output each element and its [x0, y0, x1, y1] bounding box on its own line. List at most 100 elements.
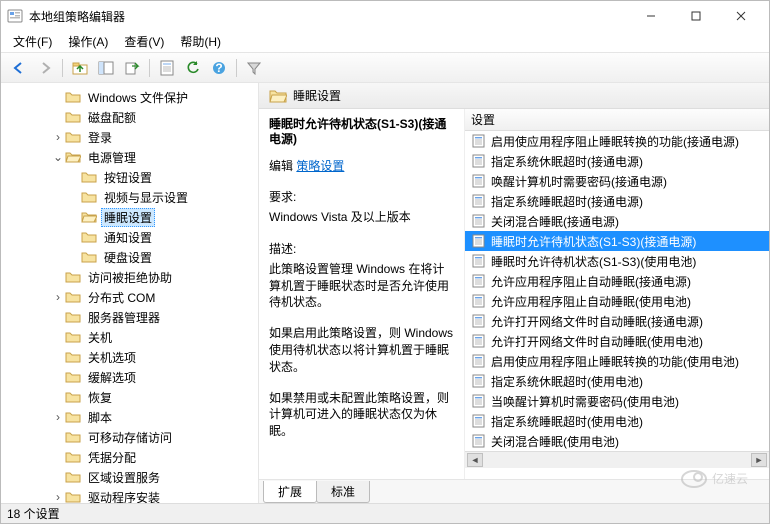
minimize-button[interactable]: [628, 2, 673, 30]
tab[interactable]: 标准: [316, 481, 370, 503]
tree-node[interactable]: 关机: [3, 327, 256, 347]
folder-icon: [65, 330, 81, 344]
list-item[interactable]: 指定系统休眠超时(接通电源): [465, 151, 769, 171]
tree-node[interactable]: 访问被拒绝协助: [3, 267, 256, 287]
tree-node[interactable]: 关机选项: [3, 347, 256, 367]
menubar: 文件(F)操作(A)查看(V)帮助(H): [1, 31, 769, 53]
policy-icon: [471, 374, 487, 388]
twisty-icon[interactable]: ›: [51, 410, 65, 424]
tree-node[interactable]: 凭据分配: [3, 447, 256, 467]
tree-node[interactable]: 视频与显示设置: [3, 187, 256, 207]
list-item-label: 允许应用程序阻止自动睡眠(使用电池): [491, 293, 691, 310]
tree-node-label: 恢复: [85, 388, 115, 407]
list-item-label: 指定系统休眠超时(使用电池): [491, 373, 643, 390]
menu-item[interactable]: 文件(F): [5, 31, 60, 52]
list-item[interactable]: 关闭混合睡眠(使用电池): [465, 431, 769, 451]
folder-icon: [65, 310, 81, 324]
tree-node[interactable]: 可移动存储访问: [3, 427, 256, 447]
folder-icon: [65, 470, 81, 484]
edit-line: 编辑 策略设置: [269, 157, 454, 174]
window: 本地组策略编辑器 文件(F)操作(A)查看(V)帮助(H) ? Windows …: [0, 0, 770, 524]
selected-item-title: 睡眠时允许待机状态(S1-S3)(接通电源): [269, 117, 454, 147]
help-button[interactable]: ?: [207, 56, 231, 80]
twisty-icon[interactable]: ⌄: [51, 150, 65, 164]
tree-pane[interactable]: Windows 文件保护磁盘配额›登录 ⌄ 电源管理按钮设置视频与显示设置睡眠设置通…: [1, 83, 259, 503]
tree-node[interactable]: 服务器管理器: [3, 307, 256, 327]
tree-node[interactable]: 区域设置服务: [3, 467, 256, 487]
list-item[interactable]: 指定系统睡眠超时(接通电源): [465, 191, 769, 211]
list-item[interactable]: 允许应用程序阻止自动睡眠(使用电池): [465, 291, 769, 311]
list-item-label: 指定系统睡眠超时(使用电池): [491, 413, 643, 430]
policy-icon: [471, 174, 487, 188]
twisty-icon[interactable]: ›: [51, 290, 65, 304]
tree-node[interactable]: 通知设置: [3, 227, 256, 247]
tree-node[interactable]: ›登录: [3, 127, 256, 147]
tree-node[interactable]: 睡眠设置: [3, 207, 256, 227]
up-button[interactable]: [68, 56, 92, 80]
folder-icon: [81, 170, 97, 184]
policy-icon: [471, 434, 487, 448]
list-item[interactable]: 关闭混合睡眠(接通电源): [465, 211, 769, 231]
list-item[interactable]: 当唤醒计算机时需要密码(使用电池): [465, 391, 769, 411]
policy-icon: [471, 274, 487, 288]
close-button[interactable]: [718, 2, 763, 30]
list-item[interactable]: 睡眠时允许待机状态(S1-S3)(使用电池): [465, 251, 769, 271]
tree-node-label: 通知设置: [101, 228, 155, 247]
settings-list[interactable]: 设置 启用使应用程序阻止睡眠转换的功能(接通电源)指定系统休眠超时(接通电源)唤…: [465, 109, 769, 479]
list-item[interactable]: 允许打开网络文件时自动睡眠(接通电源): [465, 311, 769, 331]
tree-node[interactable]: 恢复: [3, 387, 256, 407]
twisty-icon[interactable]: ›: [51, 490, 65, 503]
tree-node-label: 磁盘配额: [85, 108, 139, 127]
tree-node[interactable]: 按钮设置: [3, 167, 256, 187]
tree-node[interactable]: Windows 文件保护: [3, 87, 256, 107]
show-hide-tree-button[interactable]: [94, 56, 118, 80]
list-header-label: 设置: [471, 111, 495, 128]
info-column: 睡眠时允许待机状态(S1-S3)(接通电源) 编辑 策略设置 要求: Windo…: [259, 109, 465, 479]
folder-open-icon: [269, 88, 287, 104]
maximize-button[interactable]: [673, 2, 718, 30]
menu-item[interactable]: 查看(V): [116, 31, 172, 52]
content-area: Windows 文件保护磁盘配额›登录 ⌄ 电源管理按钮设置视频与显示设置睡眠设置通…: [1, 83, 769, 503]
list-item[interactable]: 启用使应用程序阻止睡眠转换的功能(接通电源): [465, 131, 769, 151]
refresh-button[interactable]: [181, 56, 205, 80]
tree-node[interactable]: ›分布式 COM: [3, 287, 256, 307]
tree-node-label: 可移动存储访问: [85, 428, 175, 447]
list-item-label: 当唤醒计算机时需要密码(使用电池): [491, 393, 679, 410]
forward-button[interactable]: [33, 56, 57, 80]
list-header[interactable]: 设置: [465, 109, 769, 131]
list-item[interactable]: 指定系统休眠超时(使用电池): [465, 371, 769, 391]
twisty-icon[interactable]: ›: [51, 130, 65, 144]
tree-node[interactable]: ⌄ 电源管理: [3, 147, 256, 167]
tree-node-label: 电源管理: [85, 148, 139, 167]
list-item[interactable]: 启用使应用程序阻止睡眠转换的功能(使用电池): [465, 351, 769, 371]
list-item[interactable]: 允许应用程序阻止自动睡眠(接通电源): [465, 271, 769, 291]
export-list-button[interactable]: [120, 56, 144, 80]
description-p1: 此策略设置管理 Windows 在将计算机置于睡眠状态时是否允许使用待机状态。: [269, 261, 454, 311]
toolbar-separator: [149, 59, 150, 77]
back-button[interactable]: [7, 56, 31, 80]
tree-node[interactable]: 缓解选项: [3, 367, 256, 387]
tab[interactable]: 扩展: [263, 481, 317, 503]
horizontal-scrollbar[interactable]: ◄ ►: [465, 451, 769, 468]
list-item[interactable]: 睡眠时允许待机状态(S1-S3)(接通电源): [465, 231, 769, 251]
app-icon: [7, 8, 23, 24]
tree-node[interactable]: 磁盘配额: [3, 107, 256, 127]
menu-item[interactable]: 操作(A): [60, 31, 116, 52]
scroll-left-button[interactable]: ◄: [467, 453, 483, 467]
policy-icon: [471, 194, 487, 208]
list-item[interactable]: 指定系统睡眠超时(使用电池): [465, 411, 769, 431]
scroll-right-button[interactable]: ►: [751, 453, 767, 467]
statusbar: 18 个设置: [1, 503, 769, 523]
tree-node[interactable]: ›脚本: [3, 407, 256, 427]
menu-item[interactable]: 帮助(H): [172, 31, 229, 52]
list-item[interactable]: 唤醒计算机时需要密码(接通电源): [465, 171, 769, 191]
folder-icon: [65, 290, 81, 304]
tree-node[interactable]: ›驱动程序安装: [3, 487, 256, 503]
properties-button[interactable]: [155, 56, 179, 80]
tree-node-label: 视频与显示设置: [101, 188, 191, 207]
policy-icon: [471, 214, 487, 228]
tree-node[interactable]: 硬盘设置: [3, 247, 256, 267]
filter-button[interactable]: [242, 56, 266, 80]
policy-settings-link[interactable]: 策略设置: [296, 159, 344, 173]
list-item[interactable]: 允许打开网络文件时自动睡眠(使用电池): [465, 331, 769, 351]
